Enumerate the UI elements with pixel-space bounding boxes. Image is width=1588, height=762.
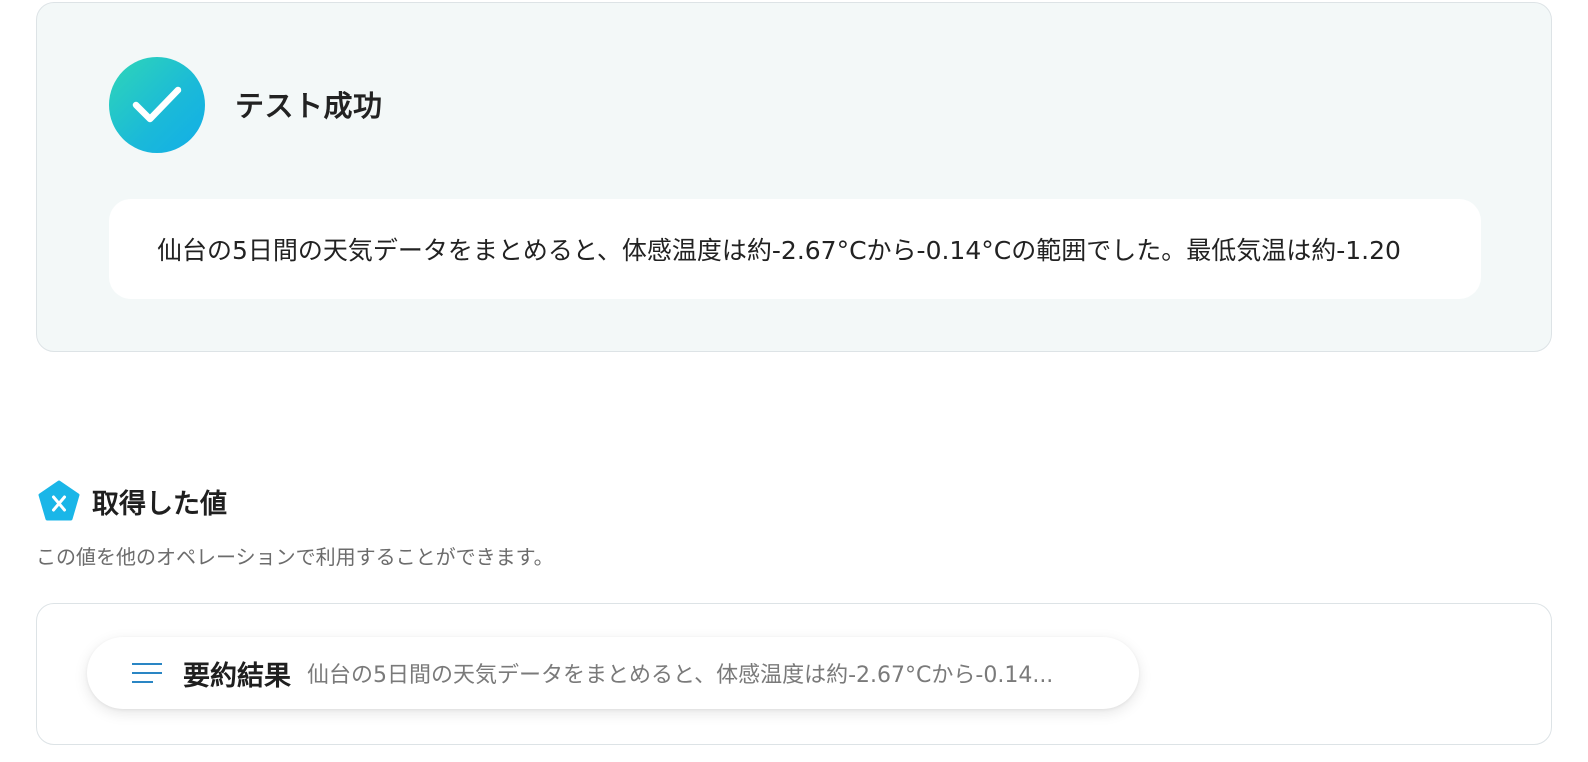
test-result-panel: テスト成功 仙台の5日間の天気データをまとめると、体感温度は約-2.67°Cから… [36,2,1552,352]
variable-chip-summary[interactable]: 要約結果 仙台の5日間の天気データをまとめると、体感温度は約-2.67°Cから-… [87,637,1139,709]
acquired-values-description: この値を他のオペレーションで利用することができます。 [36,545,554,569]
variable-name: 要約結果 [183,660,291,692]
text-lines-icon [132,663,162,683]
variable-value: 仙台の5日間の天気データをまとめると、体感温度は約-2.67°Cから-0.14.… [307,663,1054,688]
test-output-text: 仙台の5日間の天気データをまとめると、体感温度は約-2.67°Cから-0.14°… [157,236,1401,265]
test-output-box: 仙台の5日間の天気データをまとめると、体感温度は約-2.67°Cから-0.14°… [109,199,1481,299]
acquired-values-title: 取得した値 [92,488,227,520]
acquired-values-header: 取得した値 [38,480,227,522]
acquired-values-panel: 要約結果 仙台の5日間の天気データをまとめると、体感温度は約-2.67°Cから-… [36,603,1552,745]
variable-x-pentagon-icon [38,480,80,521]
check-icon [109,57,205,153]
test-status-title: テスト成功 [235,89,383,123]
